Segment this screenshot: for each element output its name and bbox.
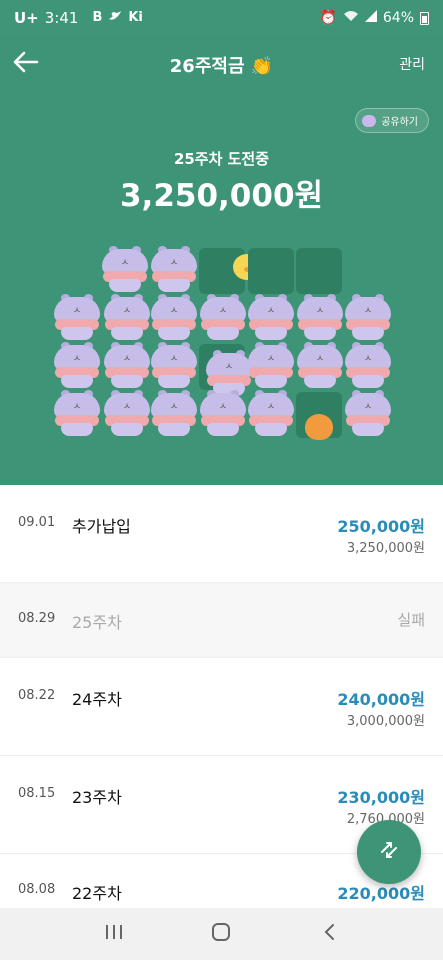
signal-icon	[364, 10, 377, 26]
list-item-label: 22주차	[72, 884, 122, 903]
hippo-sticker: ㅅ	[344, 342, 392, 388]
grid-cell-empty	[248, 248, 294, 294]
swap-fab-button[interactable]	[357, 820, 421, 884]
back-chevron-icon	[323, 923, 335, 945]
list-item-amount: 240,000원	[337, 690, 425, 709]
manage-button[interactable]: 관리	[399, 54, 425, 74]
list-item[interactable]: 08.22 24주차 240,000원 3,000,000원	[0, 658, 443, 756]
list-item-label: 23주차	[72, 788, 122, 807]
swap-arrows-icon	[378, 839, 400, 865]
hippo-sticker: ㅅ	[199, 390, 247, 436]
top-bar: 26주적금 👏 관리	[0, 36, 443, 92]
share-label: 공유하기	[381, 117, 418, 128]
savings-header: 26주적금 👏 관리 공유하기 25주차 도전중 3,250,000원 ㅅ ㅅ …	[0, 36, 443, 485]
list-item-label: 추가납입	[72, 517, 131, 536]
clock: 3:41	[44, 9, 79, 27]
grid-cell-empty	[296, 248, 342, 294]
bird-icon	[108, 10, 122, 26]
hippo-sticker: ㅅ	[247, 294, 295, 340]
recent-apps-button[interactable]	[94, 914, 134, 954]
list-item-date: 08.08	[18, 882, 56, 897]
hippo-sticker: ㅅ	[150, 390, 198, 436]
status-bar: U+ 3:41 B Ki ⏰ 64%	[0, 0, 443, 36]
list-item[interactable]: 09.01 추가납입 250,000원 3,250,000원	[0, 485, 443, 583]
list-item-status: 실패	[397, 611, 425, 629]
list-item-date: 08.22	[18, 688, 56, 703]
home-button[interactable]	[201, 914, 241, 954]
list-item-total: 3,250,000원	[346, 541, 425, 556]
hippo-sticker: ㅅ	[247, 342, 295, 388]
recent-apps-icon	[105, 924, 123, 944]
total-amount: 3,250,000원	[119, 178, 324, 214]
wifi-icon	[343, 10, 359, 26]
notif-b-icon: B	[92, 10, 103, 25]
hippo-sticker: ㅅ	[103, 390, 151, 436]
carrier-label: U+	[14, 9, 39, 27]
list-item-date: 09.01	[18, 515, 56, 530]
hippo-sticker: ㅅ	[103, 342, 151, 388]
home-icon	[211, 922, 231, 946]
list-item-amount: 250,000원	[337, 517, 425, 536]
hippo-sticker: ㅅ	[101, 246, 149, 292]
list-item-date: 08.15	[18, 786, 56, 801]
hippo-sticker: ㅅ	[344, 294, 392, 340]
hippo-sticker: ㅅ	[247, 390, 295, 436]
alarm-icon: ⏰	[319, 10, 337, 26]
hippo-sticker: ㅅ	[199, 294, 247, 340]
hippo-sticker: ㅅ	[150, 246, 198, 292]
hippo-sticker: ㅅ	[53, 342, 101, 388]
list-item-date: 08.29	[18, 611, 56, 626]
orange-chick-sticker	[305, 414, 333, 440]
hippo-sticker: ㅅ	[150, 294, 198, 340]
nav-back-button[interactable]	[309, 914, 349, 954]
list-item-total: 3,000,000원	[346, 714, 425, 729]
hippo-sticker: ㅅ	[150, 342, 198, 388]
list-item-label: 25주차	[72, 613, 122, 632]
battery-text: 64%	[382, 10, 414, 26]
page-title: 26주적금 👏	[169, 56, 274, 77]
share-button[interactable]: 공유하기	[355, 108, 429, 133]
challenge-status: 25주차 도전중	[173, 150, 270, 168]
list-item-label: 24주차	[72, 690, 122, 709]
hippo-sticker: ㅅ	[103, 294, 151, 340]
list-item-amount: 230,000원	[337, 788, 425, 807]
list-item[interactable]: 08.29 25주차 실패	[0, 583, 443, 658]
hippo-sticker: ㅅ	[53, 294, 101, 340]
battery-icon	[420, 11, 429, 25]
hippo-sticker: ㅅ	[344, 390, 392, 436]
notif-ki-icon: Ki	[128, 10, 143, 25]
hippo-sticker: ㅅ	[53, 390, 101, 436]
list-item-amount: 220,000원	[337, 884, 425, 903]
hippo-sticker: ㅅ	[296, 342, 344, 388]
system-nav-bar	[0, 908, 443, 960]
hippo-sticker: ㅅ	[296, 294, 344, 340]
hippo-avatar-icon	[362, 114, 377, 127]
progress-grid: ㅅ ㅅ ㅅ ㅅ ㅅ ㅅ ㅅ ㅅ ㅅ ㅅ ㅅ ㅅ ㅅ ㅅ ㅅ ㅅ ㅅ ㅅ ㅅ ㅅ …	[53, 246, 393, 454]
